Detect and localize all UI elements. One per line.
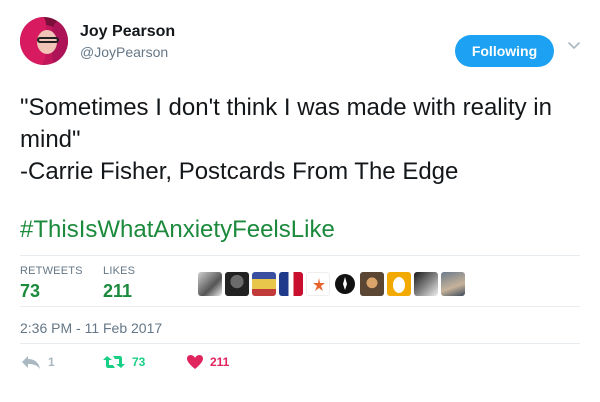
liker-avatar[interactable] xyxy=(333,272,357,296)
author-handle[interactable]: @JoyPearson xyxy=(80,44,168,60)
avatar-glasses xyxy=(37,37,59,43)
following-button[interactable]: Following xyxy=(455,35,554,67)
reply-icon xyxy=(22,356,40,369)
liker-avatar[interactable] xyxy=(387,272,411,296)
liker-avatars xyxy=(198,272,465,296)
heart-icon xyxy=(187,355,203,369)
reply-count: 1 xyxy=(48,355,55,369)
like-count: 211 xyxy=(210,355,230,369)
divider xyxy=(20,306,580,307)
chevron-down-icon[interactable] xyxy=(567,38,581,52)
rebel-alliance-icon xyxy=(335,274,355,294)
tweet-line-1: "Sometimes I don't think I was made with… xyxy=(20,94,552,121)
tweet-line-2: mind" xyxy=(20,126,81,153)
timestamp[interactable]: 2:36 PM - 11 Feb 2017 xyxy=(20,320,162,336)
liker-avatar[interactable] xyxy=(225,272,249,296)
like-button[interactable]: 211 xyxy=(186,354,229,370)
liker-avatar[interactable] xyxy=(441,272,465,296)
divider xyxy=(20,255,580,256)
likes-count[interactable]: 211 xyxy=(103,281,132,302)
logo-icon xyxy=(313,278,325,291)
liker-avatar[interactable] xyxy=(414,272,438,296)
liker-avatar[interactable] xyxy=(306,272,330,296)
egg-icon xyxy=(393,277,405,293)
retweet-button[interactable]: 73 xyxy=(102,354,145,370)
liker-avatar[interactable] xyxy=(198,272,222,296)
reply-button[interactable]: 1 xyxy=(20,354,55,370)
retweets-label[interactable]: RETWEETS xyxy=(20,265,83,277)
tweet-text: "Sometimes I don't think I was made with… xyxy=(20,92,590,188)
retweet-icon xyxy=(103,356,125,368)
author-name[interactable]: Joy Pearson xyxy=(80,23,175,41)
retweets-count[interactable]: 73 xyxy=(20,281,40,302)
liker-avatar[interactable] xyxy=(252,272,276,296)
retweet-count: 73 xyxy=(132,355,146,369)
tweet-line-3: -Carrie Fisher, Postcards From The Edge xyxy=(20,158,459,185)
divider xyxy=(20,343,580,344)
avatar[interactable] xyxy=(20,17,68,65)
hashtag-link[interactable]: #ThisIsWhatAnxietyFeelsLike xyxy=(20,214,335,246)
liker-avatar[interactable] xyxy=(360,272,384,296)
liker-avatar[interactable] xyxy=(279,272,303,296)
likes-label[interactable]: LIKES xyxy=(103,265,135,277)
